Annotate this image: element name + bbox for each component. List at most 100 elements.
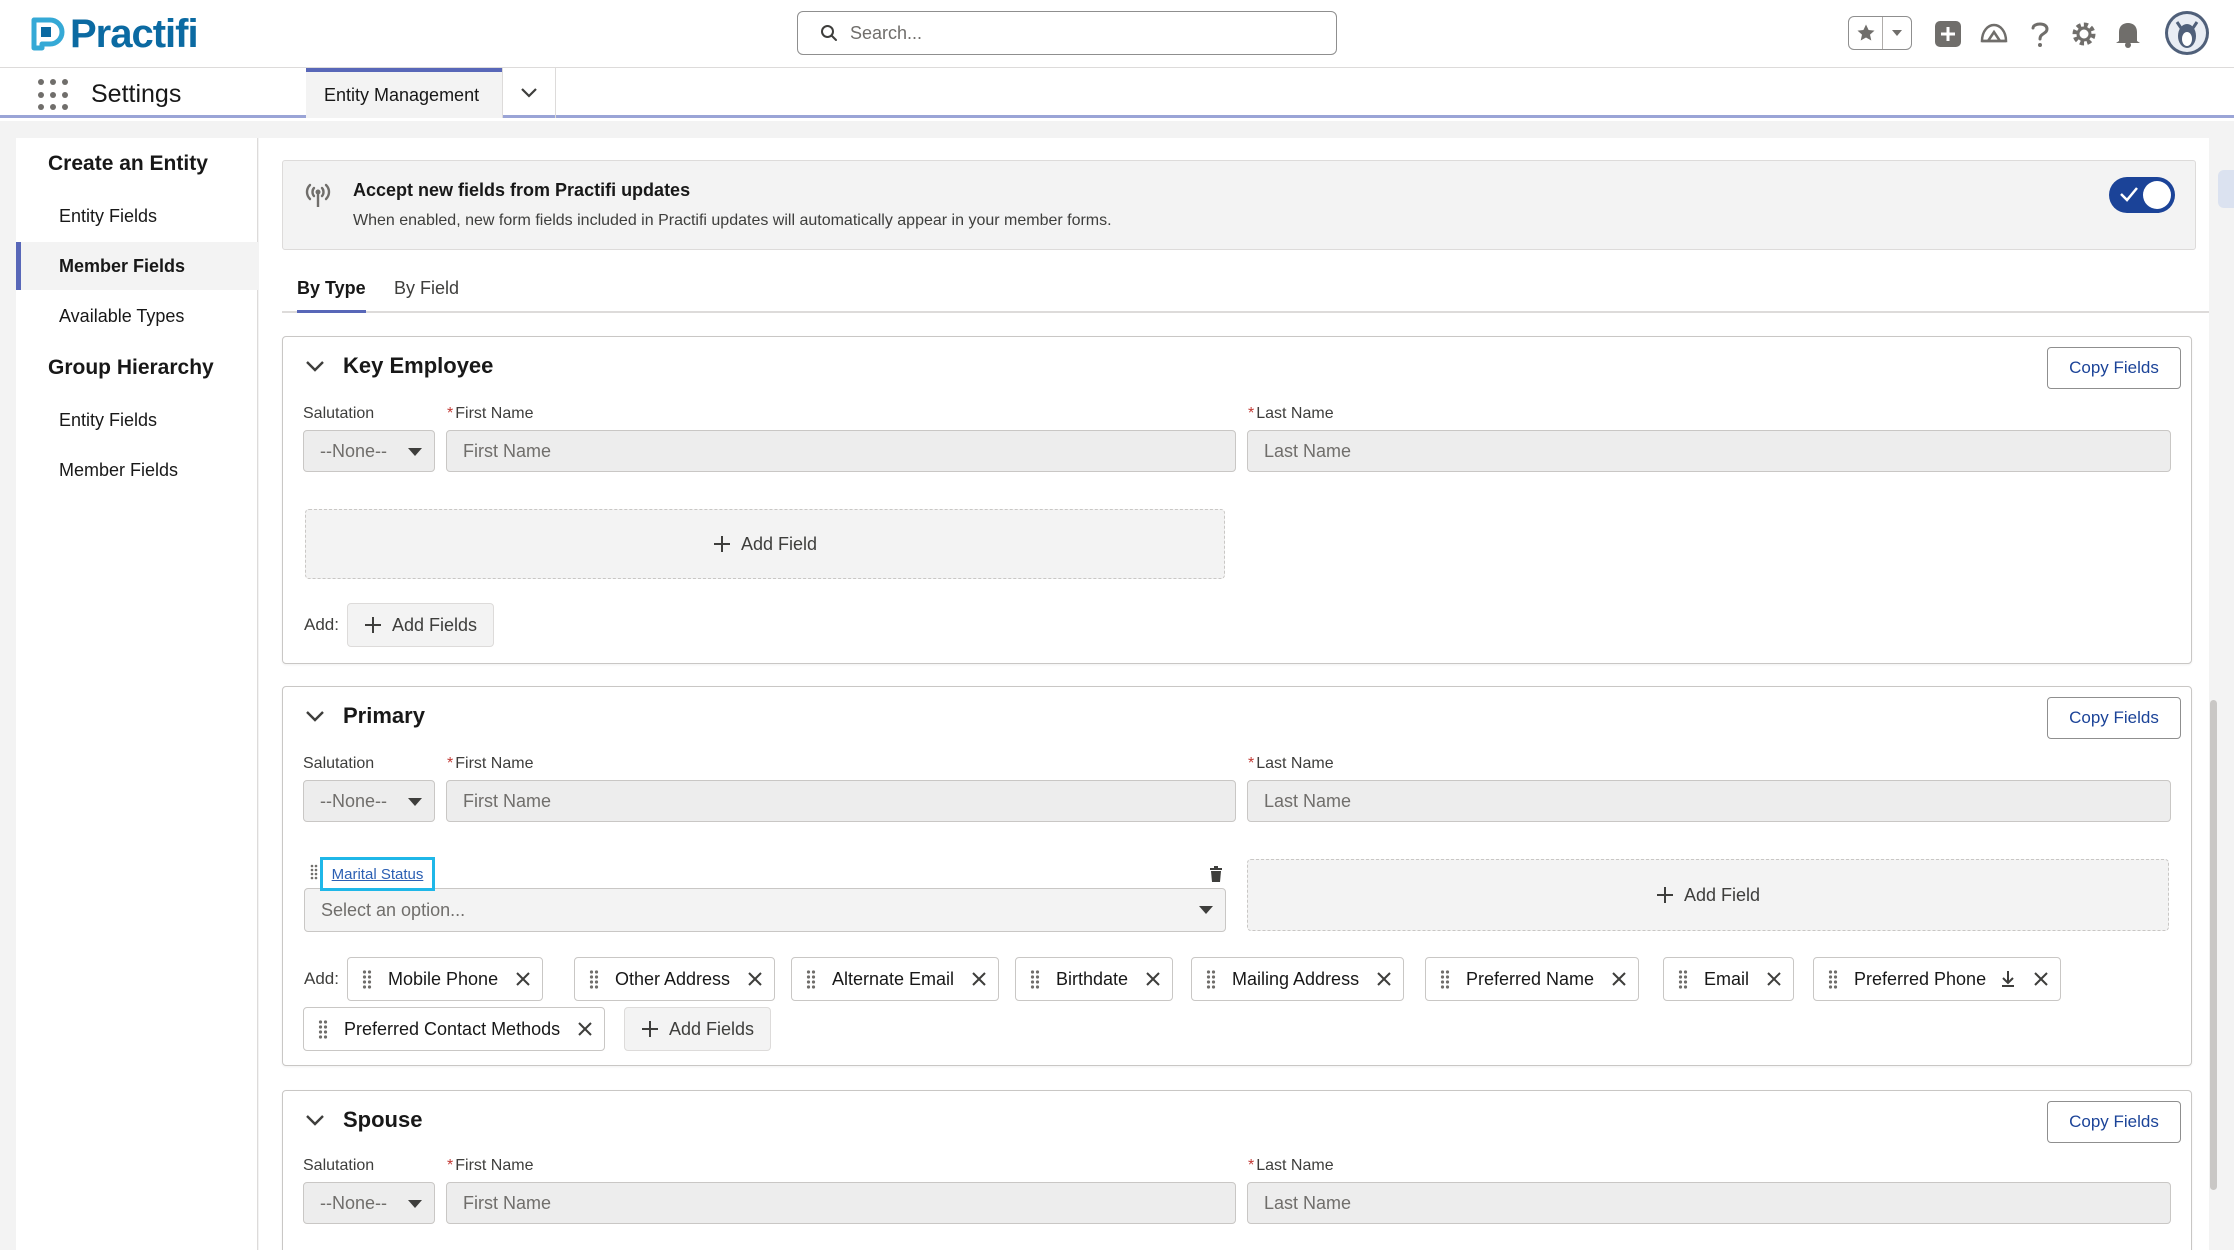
remove-chip-icon[interactable]: [1146, 972, 1160, 986]
field-chip[interactable]: Email: [1663, 957, 1795, 1001]
help-icon: [2031, 22, 2049, 47]
sidebar-item-entity-fields[interactable]: Entity Fields: [16, 192, 258, 240]
drag-handle-icon[interactable]: [589, 969, 599, 989]
user-avatar[interactable]: [2164, 10, 2210, 56]
field-chip[interactable]: Preferred Name: [1425, 957, 1640, 1001]
scrollbar-thumb[interactable]: [2210, 700, 2217, 1190]
plus-icon: [642, 1021, 658, 1037]
last-name-field[interactable]: Last Name: [1247, 780, 2171, 822]
drag-handle-icon[interactable]: [318, 1019, 328, 1039]
notifications-button[interactable]: [2112, 14, 2144, 54]
section-header[interactable]: Primary: [305, 703, 425, 729]
tab-menu-button[interactable]: [502, 68, 556, 118]
section-header[interactable]: Key Employee: [305, 353, 493, 379]
remove-chip-icon[interactable]: [748, 972, 762, 986]
add-fields-button[interactable]: Add Fields: [347, 603, 495, 647]
field-chip[interactable]: Other Address: [574, 957, 776, 1001]
first-name-field[interactable]: First Name: [446, 1182, 1236, 1224]
chip-label: Alternate Email: [832, 968, 955, 989]
global-search[interactable]: [797, 11, 1337, 55]
copy-fields-button[interactable]: Copy Fields: [2047, 1101, 2181, 1143]
global-actions-button[interactable]: [1932, 14, 1964, 54]
add-fields-button[interactable]: Add Fields: [624, 1007, 772, 1051]
add-fields-label: Add Fields: [392, 614, 478, 635]
add-fields-label: Add Fields: [669, 1018, 755, 1039]
app-name: Settings: [91, 80, 182, 108]
remove-chip-icon[interactable]: [578, 1022, 592, 1036]
field-chip[interactable]: Preferred Phone: [1813, 957, 2062, 1001]
drag-handle-icon[interactable]: [1206, 969, 1216, 989]
remove-chip-icon[interactable]: [972, 972, 986, 986]
salutation-value: --None--: [320, 1192, 388, 1213]
download-icon[interactable]: [2000, 970, 2016, 988]
caret-icon: [408, 798, 422, 806]
search-input[interactable]: [850, 22, 1310, 44]
add-field-dropzone[interactable]: Add Field: [305, 509, 1225, 579]
copy-fields-button[interactable]: Copy Fields: [2047, 347, 2181, 389]
drag-handle-icon[interactable]: [1678, 969, 1688, 989]
auto-accept-banner: Accept new fields from Practifi updates …: [282, 160, 2196, 250]
section-header[interactable]: Spouse: [305, 1107, 422, 1133]
marital-status-select[interactable]: Select an option...: [304, 888, 1226, 932]
field-chip[interactable]: Mailing Address: [1191, 957, 1405, 1001]
last-name-label: * Last Name: [1248, 1157, 1334, 1174]
chevron-down-icon: [521, 88, 537, 98]
sidebar-item-available-types[interactable]: Available Types: [16, 292, 258, 340]
first-name-label: * First Name: [447, 755, 534, 772]
tab-by-field[interactable]: By Field: [394, 278, 459, 313]
caret-icon: [408, 1200, 422, 1208]
caret-icon: [1199, 906, 1213, 914]
bell-icon: [2116, 23, 2140, 48]
utility-panel-handle[interactable]: [2218, 170, 2234, 208]
accept-updates-toggle[interactable]: [2109, 177, 2175, 213]
favorites-group: [1848, 16, 1912, 50]
add-label: Add:: [304, 969, 339, 988]
tab-by-type[interactable]: By Type: [297, 278, 366, 313]
sidebar-item-group-entity-fields[interactable]: Entity Fields: [16, 396, 258, 444]
salutation-select[interactable]: --None--: [303, 430, 435, 472]
search-icon: [821, 25, 837, 41]
field-chip[interactable]: Preferred Contact Methods: [303, 1007, 606, 1051]
salutation-label: Salutation: [303, 1157, 375, 1174]
drag-handle-icon[interactable]: [310, 864, 318, 880]
drag-handle-icon[interactable]: [1440, 969, 1450, 989]
salutation-select[interactable]: --None--: [303, 1182, 435, 1224]
first-name-field[interactable]: First Name: [446, 430, 1236, 472]
field-chip[interactable]: Birthdate: [1015, 957, 1174, 1001]
last-name-field[interactable]: Last Name: [1247, 430, 2171, 472]
favorites-list-button[interactable]: [1883, 17, 1911, 49]
copy-fields-button[interactable]: Copy Fields: [2047, 697, 2181, 739]
add-field-dropzone[interactable]: Add Field: [1247, 859, 2169, 931]
field-chip[interactable]: Mobile Phone: [347, 957, 544, 1001]
banner-title: Accept new fields from Practifi updates: [353, 180, 691, 200]
remove-chip-icon[interactable]: [1767, 972, 1781, 986]
practifi-logo[interactable]: Practifi: [30, 12, 199, 56]
remove-chip-icon[interactable]: [1612, 972, 1626, 986]
app-launcher-button[interactable]: [38, 79, 70, 111]
drag-handle-icon[interactable]: [1828, 969, 1838, 989]
salutation-label: Salutation: [303, 755, 375, 772]
remove-chip-icon[interactable]: [1377, 972, 1391, 986]
marital-status-field-link[interactable]: Marital Status: [320, 857, 435, 891]
salutation-select[interactable]: --None--: [303, 780, 435, 822]
drag-handle-icon[interactable]: [1030, 969, 1040, 989]
trailhead-button[interactable]: [1977, 14, 2011, 54]
remove-chip-icon[interactable]: [2034, 972, 2048, 986]
add-label: Add:: [304, 615, 339, 634]
tab-entity-management[interactable]: Entity Management: [306, 68, 502, 118]
drag-handle-icon[interactable]: [806, 969, 816, 989]
sidebar-item-group-member-fields[interactable]: Member Fields: [16, 446, 258, 494]
remove-chip-icon[interactable]: [516, 972, 530, 986]
first-name-field[interactable]: First Name: [446, 780, 1236, 822]
add-field-label: Add Field: [740, 533, 818, 554]
field-chip[interactable]: Alternate Email: [791, 957, 1000, 1001]
help-button[interactable]: [2026, 14, 2054, 54]
delete-icon[interactable]: [1209, 866, 1223, 882]
favorites-button[interactable]: [1849, 17, 1883, 49]
drag-handle-icon[interactable]: [362, 969, 372, 989]
last-name-field[interactable]: Last Name: [1247, 1182, 2171, 1224]
setup-button[interactable]: [2068, 14, 2100, 54]
chip-label: Mailing Address: [1232, 968, 1360, 989]
sidebar-item-member-fields[interactable]: Member Fields: [16, 242, 258, 290]
first-name-label: * First Name: [447, 405, 534, 422]
